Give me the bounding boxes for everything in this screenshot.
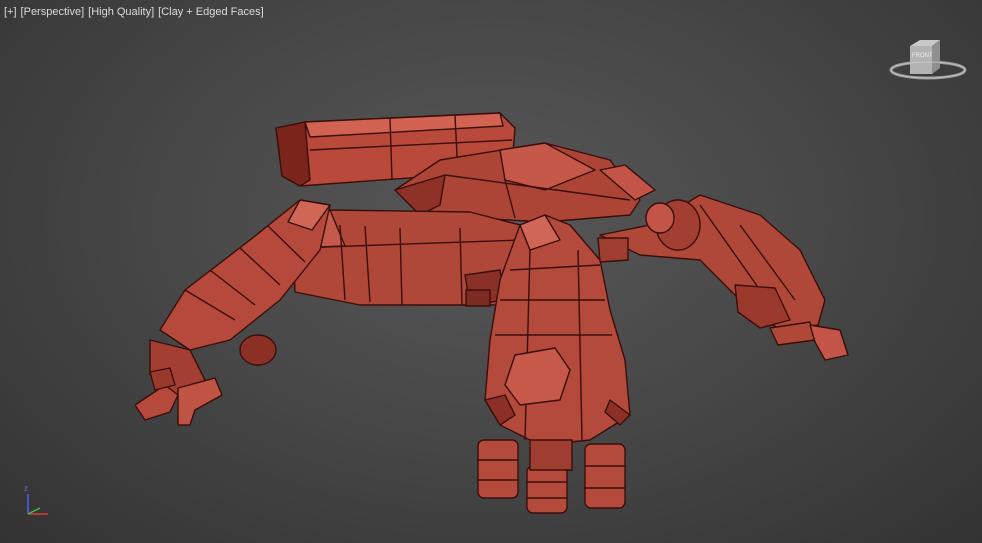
viewcube[interactable] [888, 36, 968, 84]
mech-model[interactable] [0, 0, 982, 543]
axis-z-label: z [24, 484, 28, 493]
left-arm [134, 199, 331, 426]
perspective-viewport[interactable]: [+] [Perspective] [High Quality] [Clay +… [0, 0, 982, 543]
right-arm [597, 194, 849, 361]
viewcube-face-label: FRONT [912, 53, 933, 59]
feet [477, 439, 626, 514]
main-body [291, 209, 526, 307]
